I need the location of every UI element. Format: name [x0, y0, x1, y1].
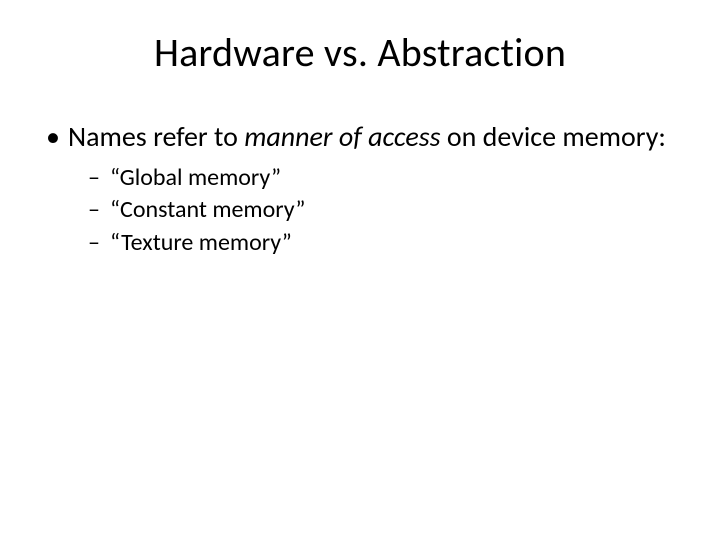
bullet-level-1: Names refer to manner of access on devic…	[46, 119, 680, 154]
bullet-level-2: “Global memory”	[88, 162, 680, 194]
bullet-text-suffix: on device memory:	[441, 119, 666, 154]
bullet-text-prefix: Names refer to	[68, 119, 244, 154]
slide-title: Hardware vs. Abstraction	[40, 28, 680, 77]
bullet-level-2: “Constant memory”	[88, 194, 680, 226]
bullet-text-italic: manner of access	[244, 119, 440, 154]
bullet-level-2: “Texture memory”	[88, 227, 680, 259]
